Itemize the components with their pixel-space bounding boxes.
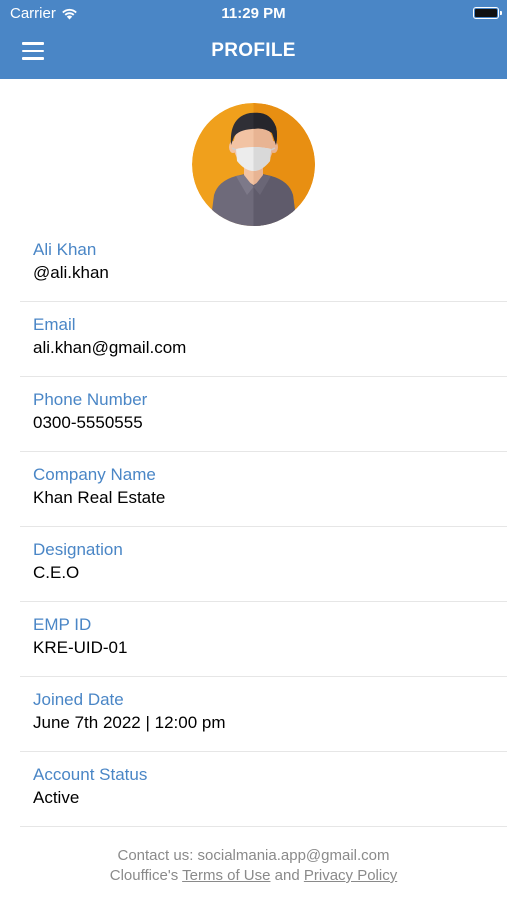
profile-field-account-status: Account Status Active bbox=[20, 752, 507, 827]
username-value: @ali.khan bbox=[33, 263, 109, 282]
profile-field-emp-id: EMP ID KRE-UID-01 bbox=[20, 602, 507, 677]
footer: Contact us: socialmania.app@gmail.com Cl… bbox=[0, 846, 507, 886]
phone-value: 0300-5550555 bbox=[33, 413, 143, 432]
status-bar: Carrier 11:29 PM bbox=[0, 0, 507, 28]
profile-field-company: Company Name Khan Real Estate bbox=[20, 452, 507, 527]
full-name-label: Ali Khan bbox=[33, 240, 97, 259]
status-time: 11:29 PM bbox=[221, 5, 286, 22]
company-label: Company Name bbox=[33, 465, 156, 484]
profile-field-designation: Designation C.E.O bbox=[20, 527, 507, 602]
legal-prefix: Clouffice's bbox=[109, 867, 179, 884]
user-avatar-icon[interactable] bbox=[192, 103, 315, 226]
emp-id-label: EMP ID bbox=[33, 615, 92, 634]
account-status-value: Active bbox=[33, 788, 80, 807]
joined-date-label: Joined Date bbox=[33, 690, 124, 709]
battery-icon bbox=[473, 7, 502, 19]
designation-label: Designation bbox=[33, 540, 123, 559]
contact-text: Contact us: socialmania.app@gmail.com bbox=[117, 847, 390, 864]
emp-id-value: KRE-UID-01 bbox=[33, 638, 128, 657]
profile-field-email: Email ali.khan@gmail.com bbox=[20, 302, 507, 377]
designation-value: C.E.O bbox=[33, 563, 80, 582]
company-value: Khan Real Estate bbox=[33, 488, 166, 507]
terms-of-use-link[interactable]: Terms of Use bbox=[182, 867, 270, 884]
profile-field-username: Ali Khan @ali.khan bbox=[20, 227, 507, 302]
page-title: PROFILE bbox=[211, 40, 296, 61]
profile-field-joined-date: Joined Date June 7th 2022 | 12:00 pm bbox=[20, 677, 507, 752]
email-label: Email bbox=[33, 315, 76, 334]
legal-line: Clouffice's Terms of Use and Privacy Pol… bbox=[0, 866, 507, 886]
joined-date-value: June 7th 2022 | 12:00 pm bbox=[33, 713, 226, 732]
account-status-label: Account Status bbox=[33, 765, 148, 784]
legal-and: and bbox=[274, 867, 300, 884]
email-value: ali.khan@gmail.com bbox=[33, 338, 187, 357]
profile-field-phone: Phone Number 0300-5550555 bbox=[20, 377, 507, 452]
top-app-bar: Carrier 11:29 PM PROFILE bbox=[0, 0, 507, 79]
privacy-policy-link[interactable]: Privacy Policy bbox=[304, 867, 397, 884]
phone-label: Phone Number bbox=[33, 390, 148, 409]
